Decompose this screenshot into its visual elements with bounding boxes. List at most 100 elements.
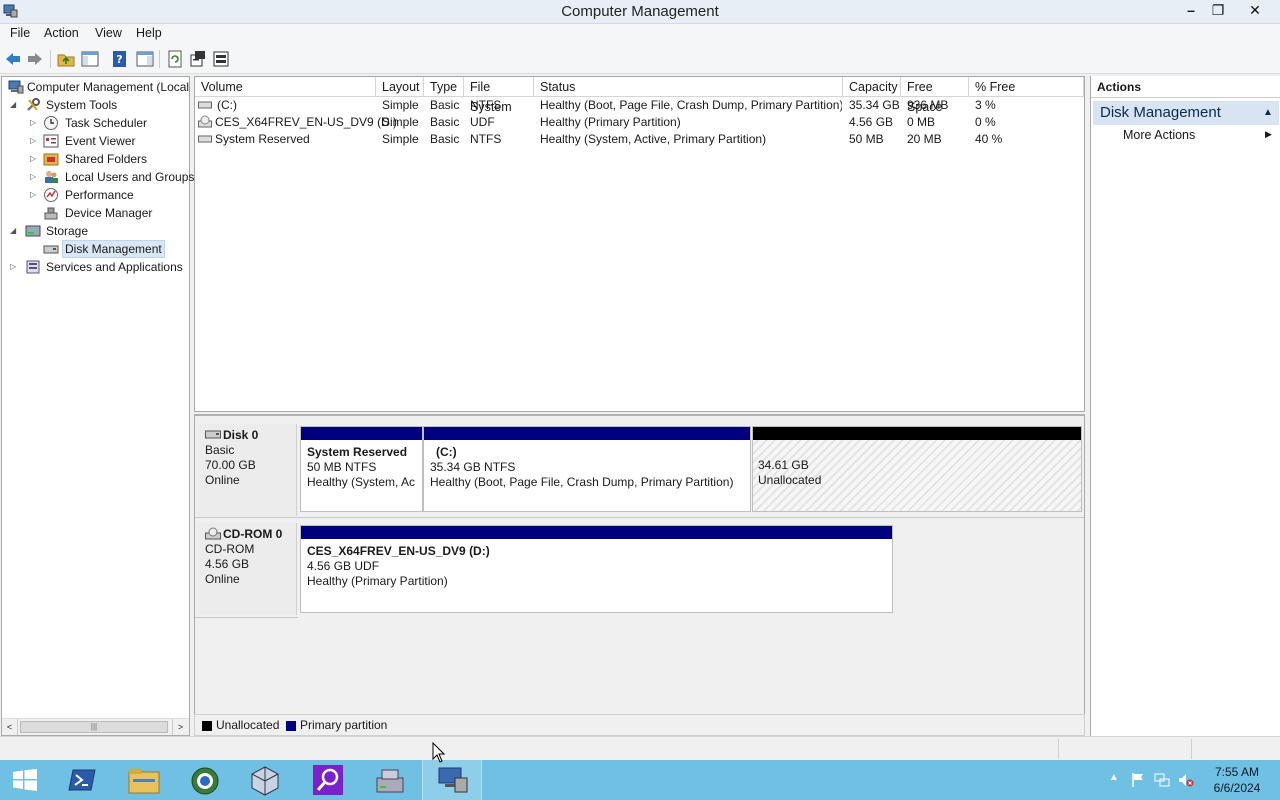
menu-help[interactable]: Help xyxy=(136,26,162,40)
minimize-button[interactable]: – xyxy=(1176,0,1206,22)
help-icon[interactable]: ? xyxy=(111,50,129,68)
taskbar-computer-management[interactable] xyxy=(422,760,482,800)
cell-layout: Simple xyxy=(382,115,419,129)
properties-icon[interactable] xyxy=(189,50,207,68)
disk-name-row: Disk 0 xyxy=(197,424,296,443)
scroll-left-arrow-icon[interactable]: < xyxy=(2,719,18,735)
partition-status: Healthy (System, Ac xyxy=(307,475,416,489)
disk-state: Online xyxy=(205,473,240,487)
menu-action[interactable]: Action xyxy=(44,26,79,40)
tree-node-shared-folders[interactable]: ▷ Shared Folders xyxy=(30,150,188,168)
cell-percent-free: 40 % xyxy=(975,132,1003,146)
partition-title: CES_X64FREV_EN-US_DV9 (D:) xyxy=(307,544,490,558)
more-actions-item[interactable]: More Actions xyxy=(1123,128,1195,142)
show-hide-action-pane-icon[interactable] xyxy=(136,50,154,68)
console-tree: Computer Management (Local ◢ System Tool… xyxy=(1,76,194,736)
expand-arrow-icon[interactable]: ▷ xyxy=(30,168,40,186)
disk-name-row: CD-ROM 0 xyxy=(197,523,296,542)
tree-horizontal-scrollbar[interactable]: < ||| > xyxy=(2,718,189,735)
cell-capacity: 4.56 GB xyxy=(849,115,894,129)
column-header-status[interactable]: Status xyxy=(534,77,843,97)
volume-muted-icon[interactable] xyxy=(1178,772,1194,788)
cell-volume: System Reserved xyxy=(215,132,310,146)
tree-node-services-and-applications[interactable]: ▷ Services and Applications xyxy=(10,258,188,276)
expand-arrow-icon[interactable]: ▷ xyxy=(10,258,20,276)
refresh-icon[interactable] xyxy=(166,50,184,68)
actions-section-disk-management[interactable]: Disk Management ▲ xyxy=(1093,101,1279,125)
taskbar-browser[interactable] xyxy=(176,760,236,800)
expand-arrow-icon[interactable]: ▷ xyxy=(30,114,40,132)
partition-d[interactable]: CES_X64FREV_EN-US_DV9 (D:) 4.56 GB UDF H… xyxy=(300,525,893,613)
start-button[interactable] xyxy=(0,760,50,800)
table-row[interactable]: System Reserved Simple Basic NTFS Health… xyxy=(195,131,1084,148)
cell-volume: CES_X64FREV_EN-US_DV9 (D:) xyxy=(215,115,398,129)
disk-0-info[interactable]: Disk 0 Basic 70.00 GB Online xyxy=(197,424,297,516)
back-icon[interactable] xyxy=(4,50,22,68)
taskbar-search-app[interactable] xyxy=(298,760,358,800)
tree-node-event-viewer[interactable]: ▷ Event Viewer xyxy=(30,132,188,150)
table-row[interactable]: CES_X64FREV_EN-US_DV9 (D:) Simple Basic … xyxy=(195,114,1084,131)
collapse-up-icon[interactable]: ▲ xyxy=(1263,101,1273,125)
restore-button[interactable]: ❐ xyxy=(1203,0,1233,22)
tree-node-label: Performance xyxy=(65,188,134,202)
taskbar-file-explorer[interactable] xyxy=(114,760,174,800)
tree-node-local-users-and-groups[interactable]: ▷ Local Users and Groups xyxy=(30,168,194,186)
cdrom-0-info[interactable]: CD-ROM 0 CD-ROM 4.56 GB Online xyxy=(197,523,297,615)
cell-layout: Simple xyxy=(382,98,419,112)
partition-system-reserved[interactable]: System Reserved 50 MB NTFS Healthy (Syst… xyxy=(300,426,423,512)
users-icon xyxy=(45,171,58,183)
column-header-volume[interactable]: Volume xyxy=(195,77,376,97)
submenu-arrow-icon[interactable]: ▶ xyxy=(1265,129,1272,140)
expand-arrow-icon[interactable]: ▷ xyxy=(30,132,40,150)
expand-arrow-icon[interactable]: ▷ xyxy=(30,186,40,204)
taskbar-powershell[interactable] xyxy=(52,760,112,800)
tree-node-disk-management[interactable]: Disk Management xyxy=(30,240,188,258)
tree-node-storage[interactable]: ◢ Storage xyxy=(10,222,188,240)
action-center-flag-icon[interactable] xyxy=(1130,772,1146,788)
primary-partition-bar xyxy=(424,427,750,440)
status-separator xyxy=(1191,739,1192,759)
column-header-type[interactable]: Type xyxy=(424,77,464,97)
tree-node-performance[interactable]: ▷ Performance xyxy=(30,186,188,204)
section-title: Disk Management xyxy=(1100,104,1221,121)
show-hide-tree-icon[interactable] xyxy=(81,50,99,68)
clock[interactable]: 7:55 AM 6/6/2024 xyxy=(1204,764,1270,796)
menu-view[interactable]: View xyxy=(95,26,122,40)
collapse-arrow-icon[interactable]: ◢ xyxy=(10,222,20,240)
status-bar xyxy=(0,736,1280,760)
file-explorer-icon xyxy=(128,769,160,794)
expand-arrow-icon[interactable]: ▷ xyxy=(30,150,40,168)
cell-type: Basic xyxy=(430,115,460,129)
tree-node-label: Local Users and Groups xyxy=(65,170,195,184)
disk-properties-icon[interactable] xyxy=(212,50,230,68)
show-hidden-icons-icon[interactable]: ▲ xyxy=(1109,772,1119,783)
column-header-file-system[interactable]: File System xyxy=(464,77,534,114)
column-header-capacity[interactable]: Capacity xyxy=(843,77,901,97)
tree-node-computer-management[interactable]: Computer Management (Local xyxy=(4,78,189,96)
network-icon[interactable] xyxy=(1154,772,1170,788)
collapse-arrow-icon[interactable]: ◢ xyxy=(10,96,20,114)
scrollbar-thumb[interactable]: ||| xyxy=(20,721,168,733)
partition-c[interactable]: (C:) 35.34 GB NTFS Healthy (Boot, Page F… xyxy=(423,426,751,512)
forward-icon[interactable] xyxy=(26,50,44,68)
column-header-layout[interactable]: Layout xyxy=(376,77,424,97)
scroll-right-arrow-icon[interactable]: > xyxy=(172,719,188,735)
taskbar: ▲ 7:55 AM 6/6/2024 xyxy=(0,760,1280,800)
computer-management-icon xyxy=(8,80,24,94)
column-header-percent-free[interactable]: % Free xyxy=(969,77,1084,97)
primary-partition-bar xyxy=(301,526,892,539)
menu-file[interactable]: File xyxy=(10,26,30,40)
partition-unallocated[interactable]: 34.61 GB Unallocated xyxy=(752,426,1082,512)
up-folder-icon[interactable] xyxy=(57,50,75,68)
tree-node-system-tools[interactable]: ◢ System Tools xyxy=(10,96,188,114)
taskbar-virtualbox[interactable] xyxy=(236,760,296,800)
cell-type: Basic xyxy=(430,98,460,112)
server-manager-icon xyxy=(376,769,404,793)
cell-status: Healthy (Boot, Page File, Crash Dump, Pr… xyxy=(540,98,842,112)
tree-node-task-scheduler[interactable]: ▷ Task Scheduler xyxy=(30,114,188,132)
table-row[interactable]: (C:) Simple Basic NTFS Healthy (Boot, Pa… xyxy=(195,97,1084,114)
close-button[interactable]: ✕ xyxy=(1238,0,1272,22)
taskbar-server-manager[interactable] xyxy=(360,760,420,800)
column-header-free-space[interactable]: Free Space xyxy=(901,77,969,114)
tree-node-device-manager[interactable]: Device Manager xyxy=(30,204,188,222)
